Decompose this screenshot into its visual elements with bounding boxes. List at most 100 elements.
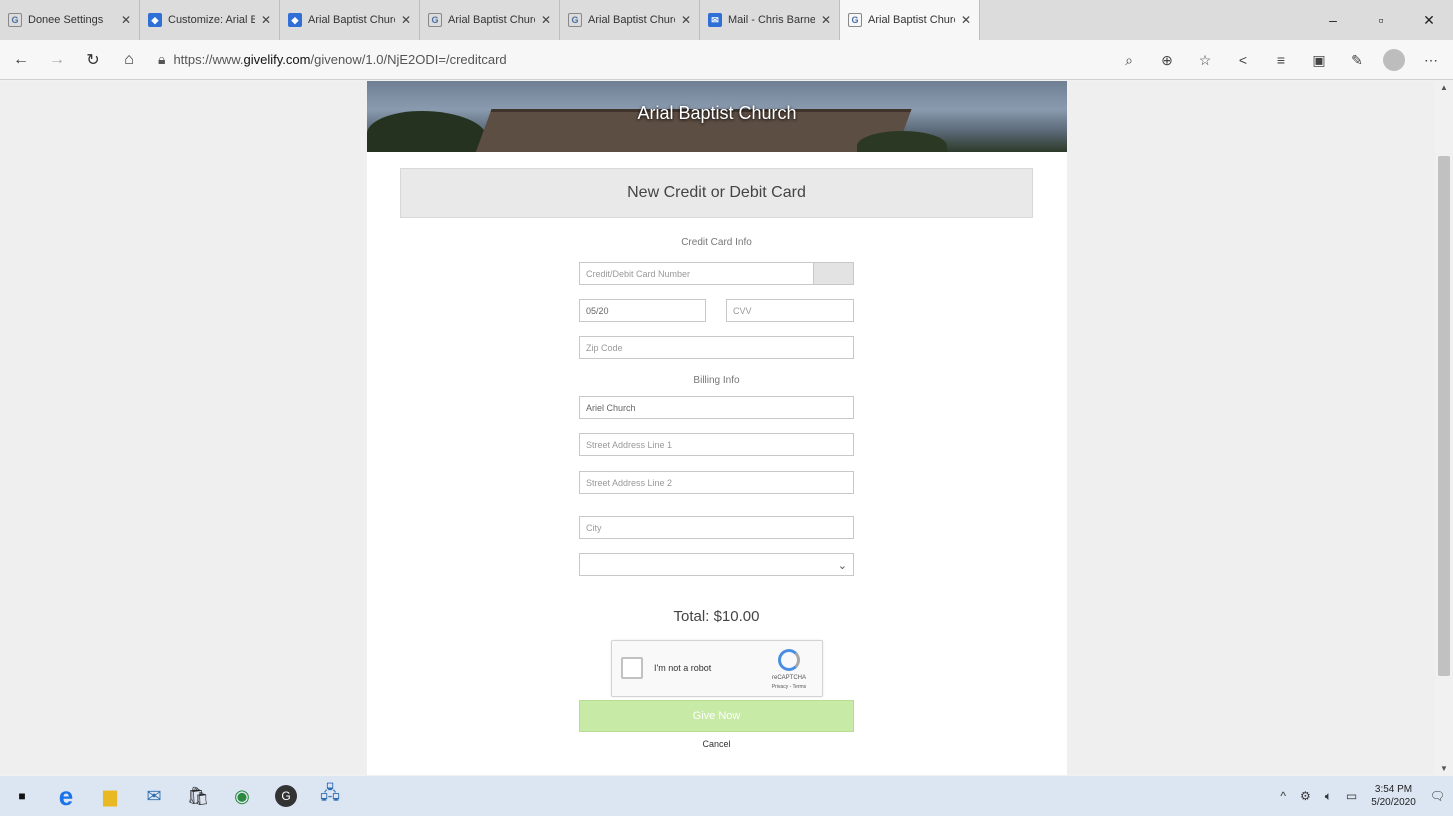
start-icon[interactable]: ■ [0,776,44,816]
close-icon[interactable]: ✕ [961,13,971,27]
system-tray: ^ ⚙ 🔈︎ ▭ 3:54 PM 5/20/2020 🗨︎ [1280,776,1445,816]
share-icon[interactable]: < [1231,48,1255,72]
mail-icon[interactable]: ✉ [132,776,176,816]
street-address-1-input[interactable]: Street Address Line 1 [579,433,854,456]
name-value: Ariel Church [586,403,636,413]
tab-arial-baptist-active[interactable]: G Arial Baptist Churc ✕ [840,0,980,40]
cvv-placeholder: CVV [733,306,752,316]
tab-title: Arial Baptist Churc [308,14,395,26]
address-bar-row: ← → ↻ ⌂ 🔒︎ https://www.givelify.com/give… [0,40,1453,80]
window-controls: – ▫ ✕ [1309,0,1453,40]
clock-date: 5/20/2020 [1371,797,1416,808]
street1-placeholder: Street Address Line 1 [586,440,673,450]
network-app-icon[interactable]: 🖧︎ [308,776,352,816]
zip-code-input[interactable]: Zip Code [579,336,854,359]
profile-avatar[interactable] [1383,49,1405,71]
lock-icon: 🔒︎ [158,51,166,67]
close-icon[interactable]: ✕ [821,13,831,27]
network-icon[interactable]: ▭ [1346,789,1357,803]
favorite-star-icon[interactable]: ☆ [1193,48,1217,72]
windows-taskbar: ■ e ▆ ✉ 🛍︎ ◉ G 🖧︎ ^ ⚙ 🔈︎ ▭ 3:54 PM 5/20/… [0,776,1453,816]
close-icon[interactable]: ✕ [541,13,551,27]
recaptcha-widget: I'm not a robot reCAPTCHA Privacy - Term… [611,640,823,697]
close-icon[interactable]: ✕ [681,13,691,27]
mail-icon: ✉ [708,13,722,27]
zoom-icon[interactable]: ⊕ [1155,48,1179,72]
card-scan-icon[interactable] [813,263,853,284]
minimize-icon[interactable]: – [1309,0,1357,40]
tab-arial-baptist-2[interactable]: G Arial Baptist Churc ✕ [420,0,560,40]
g-icon: G [848,13,862,27]
read-aloud-icon[interactable]: ⌕ [1117,48,1141,72]
tab-title: Donee Settings [28,14,104,26]
tab-arial-baptist-3[interactable]: G Arial Baptist Churc ✕ [560,0,700,40]
city-input[interactable]: City [579,516,854,539]
favorites-list-icon[interactable]: ≡ [1269,48,1293,72]
file-explorer-icon[interactable]: ▆ [88,776,132,816]
billing-info-label: Billing Info [693,375,740,386]
cvv-input[interactable]: CVV [726,299,854,322]
tab-arial-baptist-1[interactable]: ◆ Arial Baptist Churc ✕ [280,0,420,40]
cancel-link[interactable]: Cancel [579,739,854,749]
store-icon[interactable]: 🛍︎ [176,776,220,816]
edge-icon[interactable]: e [44,776,88,816]
city-placeholder: City [586,523,602,533]
page-scrollbar[interactable]: ▲ ▼ [1435,81,1453,775]
maximize-icon[interactable]: ▫ [1357,0,1405,40]
collections-icon[interactable]: ▣ [1307,48,1331,72]
edge-chromium-icon[interactable]: ◉ [220,776,264,816]
expiry-input[interactable]: 05/20 [579,299,706,322]
scroll-down-icon[interactable]: ▼ [1440,764,1448,773]
more-options-icon[interactable]: ⋯ [1419,48,1443,72]
recaptcha-label: I'm not a robot [654,663,712,673]
tab-mail[interactable]: ✉ Mail - Chris Barne ✕ [700,0,840,40]
browser-tab-bar: G Donee Settings ✕ ◆ Customize: Arial B.… [0,0,1453,40]
street-address-2-input[interactable]: Street Address Line 2 [579,471,854,494]
recaptcha-brand: reCAPTCHA [771,675,806,681]
back-icon[interactable]: ← [6,45,36,75]
recaptcha-terms[interactable]: Privacy - Terms [764,684,814,690]
card-number-input[interactable]: Credit/Debit Card Number [579,262,854,285]
url-path: /givenow/1.0/NjE2ODI=/creditcard [310,52,507,67]
give-now-button[interactable]: Give Now [579,700,854,732]
volume-icon[interactable]: 🔈︎ [1325,789,1332,804]
tray-chevron-icon[interactable]: ^ [1280,789,1286,803]
tray-settings-icon[interactable]: ⚙ [1300,789,1311,803]
state-select[interactable]: ⌄ [579,553,854,576]
scrollbar-thumb[interactable] [1438,156,1450,676]
cube-icon: ◆ [288,13,302,27]
total-amount: Total: $10.00 [673,608,760,625]
feedback-icon[interactable]: ✎ [1345,48,1369,72]
recaptcha-checkbox[interactable] [621,657,643,679]
close-window-icon[interactable]: ✕ [1405,0,1453,40]
notifications-icon[interactable]: 🗨︎ [1430,789,1445,803]
app-g-icon[interactable]: G [264,776,308,816]
church-banner: Arial Baptist Church [367,81,1067,152]
zip-placeholder: Zip Code [586,343,623,353]
credit-card-info-label: Credit Card Info [681,237,752,248]
forward-icon[interactable]: → [42,45,72,75]
url-input[interactable]: 🔒︎ https://www.givelify.com/givenow/1.0/… [158,45,958,75]
name-input[interactable]: Ariel Church [579,396,854,419]
church-name: Arial Baptist Church [637,103,797,123]
tab-donee-settings[interactable]: G Donee Settings ✕ [0,0,140,40]
cube-icon: ◆ [148,13,162,27]
url-host: givelify.com [243,52,311,67]
g-icon: G [568,13,582,27]
close-icon[interactable]: ✕ [261,13,271,27]
home-icon[interactable]: ⌂ [114,45,144,75]
chevron-down-icon: ⌄ [837,560,847,572]
refresh-icon[interactable]: ↻ [78,45,108,75]
card-number-placeholder: Credit/Debit Card Number [586,269,691,279]
url-prefix: https://www. [173,52,244,67]
close-icon[interactable]: ✕ [401,13,411,27]
clock[interactable]: 3:54 PM 5/20/2020 [1371,783,1416,809]
tab-title: Mail - Chris Barne [728,14,815,26]
street2-placeholder: Street Address Line 2 [586,478,673,488]
recaptcha-logo-icon [778,649,800,671]
donation-page: Arial Baptist Church New Credit or Debit… [367,81,1067,775]
expiry-value: 05/20 [586,306,609,316]
tab-customize[interactable]: ◆ Customize: Arial B... ✕ [140,0,280,40]
close-icon[interactable]: ✕ [121,13,131,27]
scroll-up-icon[interactable]: ▲ [1440,83,1448,92]
